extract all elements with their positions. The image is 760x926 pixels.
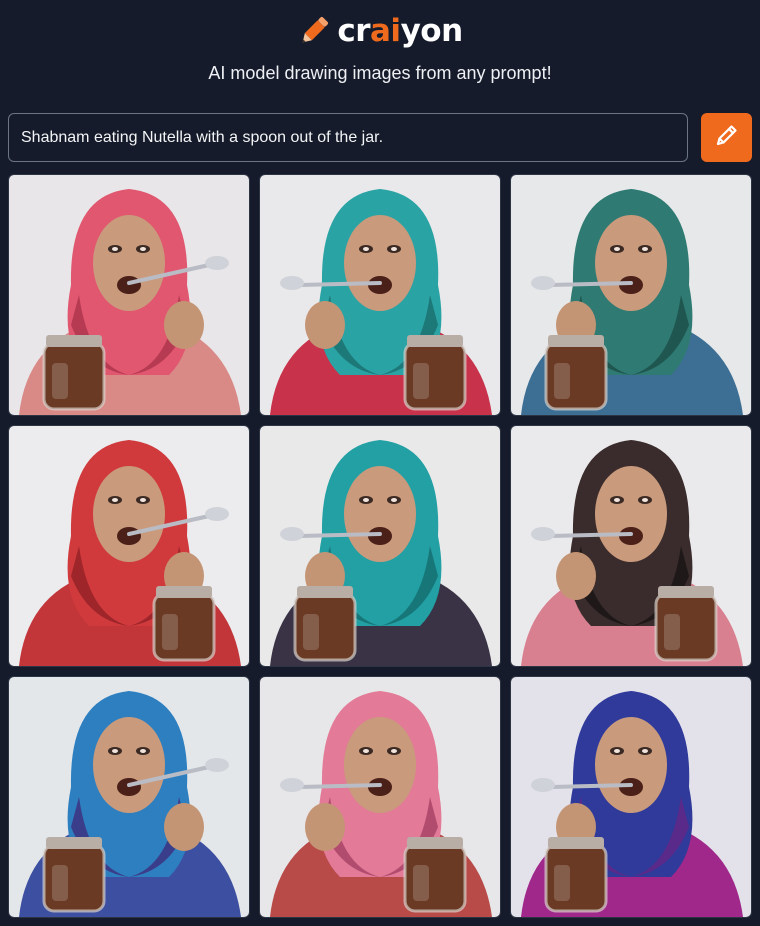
result-image-9[interactable] [510, 676, 752, 918]
logo[interactable]: craiyon [0, 10, 760, 52]
result-image-5[interactable] [259, 425, 501, 667]
result-image-6[interactable] [510, 425, 752, 667]
result-image-8[interactable] [259, 676, 501, 918]
prompt-input[interactable]: Shabnam eating Nutella with a spoon out … [8, 113, 688, 162]
result-image-2[interactable] [259, 174, 501, 416]
result-image-4[interactable] [8, 425, 250, 667]
tagline: AI model drawing images from any prompt! [208, 63, 552, 83]
logo-wordmark: craiyon [337, 13, 463, 49]
pencil-icon [297, 13, 331, 49]
craiyon-page: craiyon AI model drawing images from any… [0, 0, 760, 926]
result-image-7[interactable] [8, 676, 250, 918]
prompt-text: Shabnam eating Nutella with a spoon out … [21, 128, 384, 146]
prompt-row: Shabnam eating Nutella with a spoon out … [8, 113, 752, 162]
draw-button[interactable] [701, 113, 752, 162]
results-grid [8, 174, 752, 918]
result-image-1[interactable] [8, 174, 250, 416]
pencil-icon [714, 122, 740, 153]
result-image-3[interactable] [510, 174, 752, 416]
